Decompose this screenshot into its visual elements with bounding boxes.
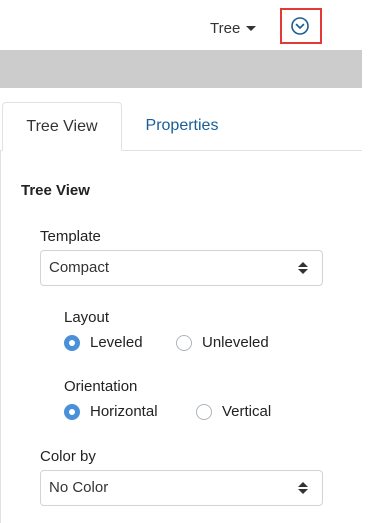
tab-tree-view[interactable]: Tree View [2,102,122,151]
tab-properties-label: Properties [145,117,219,134]
select-arrows-icon [298,482,308,494]
radio-vertical[interactable]: Vertical [196,403,271,420]
radio-unleveled[interactable]: Unleveled [176,334,269,351]
select-arrows-icon [298,262,308,274]
layout-label: Layout [64,309,110,326]
content-left-border [0,150,1,523]
radio-leveled-label: Leveled [90,334,143,351]
radio-horizontal-label: Horizontal [90,403,158,420]
orientation-label: Orientation [64,378,138,395]
radio-button-checked[interactable] [64,403,80,420]
tab-properties[interactable]: Properties [132,102,232,150]
chevron-down-circle-icon[interactable] [291,17,309,35]
radio-button[interactable] [176,334,192,351]
radio-leveled[interactable]: Leveled [64,334,143,351]
radio-vertical-label: Vertical [222,403,272,420]
radio-horizontal[interactable]: Horizontal [64,403,158,420]
view-dropdown-label: Tree [210,19,241,37]
color-by-label: Color by [40,448,96,465]
template-label: Template [40,228,101,245]
gray-strip [0,50,362,88]
color-by-select-value: No Color [49,479,109,496]
color-by-select[interactable]: No Color [40,470,323,506]
tab-tree-view-label: Tree View [26,117,98,135]
caret-down-icon [246,26,257,31]
radio-button-checked[interactable] [64,334,80,351]
view-dropdown[interactable]: Tree [210,17,257,39]
top-bar: Tree [0,0,377,50]
radio-button[interactable] [196,403,212,420]
radio-unleveled-label: Unleveled [202,334,269,351]
tab-bar: Tree View Properties [0,102,362,151]
section-title: Tree View [21,182,90,199]
template-select[interactable]: Compact [40,250,323,286]
template-select-value: Compact [49,259,110,276]
tree-settings-panel: Tree View Properties Tree View Template … [0,88,362,523]
